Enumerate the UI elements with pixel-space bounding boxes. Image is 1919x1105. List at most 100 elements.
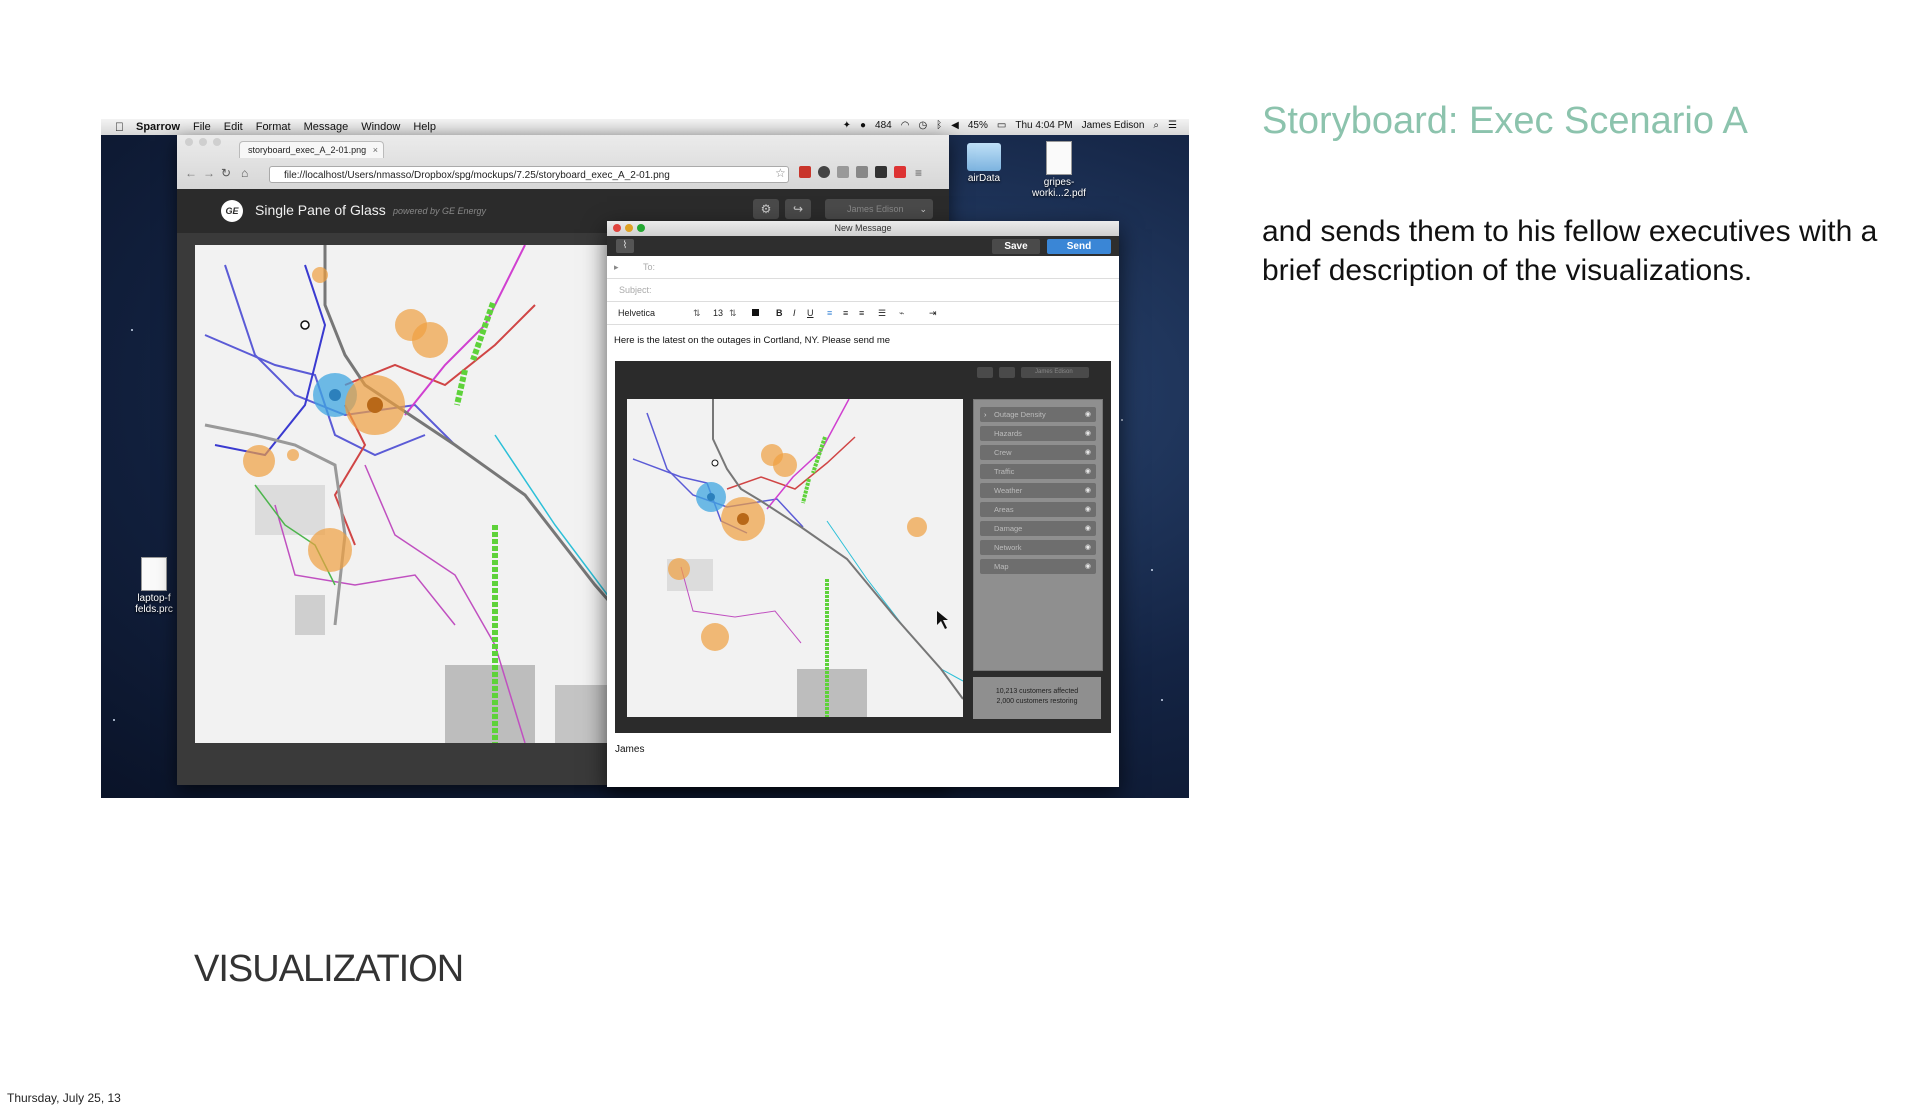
slide-date: Thursday, July 25, 13 bbox=[7, 1091, 121, 1105]
share-icon[interactable]: ↪ bbox=[785, 199, 811, 219]
layer-outage-density: › Outage Density ◉ bbox=[980, 407, 1096, 422]
pocket-icon[interactable] bbox=[875, 166, 887, 178]
email-toolbar: ⌇ Save Send bbox=[607, 236, 1119, 256]
layer-label: Map bbox=[994, 562, 1009, 571]
align-center-icon[interactable]: ≡ bbox=[843, 302, 848, 324]
pdf-file-icon bbox=[1046, 141, 1072, 175]
menubar-status: ✦ ● 484 ◠ ◷ ᛒ ◀ 45% ▭ Thu 4:04 PM James … bbox=[843, 120, 1177, 131]
attach-icon[interactable]: ⌇ bbox=[616, 239, 634, 253]
layer-label: Traffic bbox=[994, 467, 1015, 476]
align-right-icon[interactable]: ≡ bbox=[859, 302, 864, 324]
apple-icon[interactable]:  bbox=[115, 120, 124, 134]
tab-close-icon[interactable]: × bbox=[373, 142, 378, 158]
menu-edit[interactable]: Edit bbox=[224, 121, 243, 133]
list-icon[interactable]: ☰ bbox=[878, 302, 886, 324]
slide-footer-label: VISUALIZATION bbox=[194, 948, 464, 990]
menu-help[interactable]: Help bbox=[413, 121, 436, 133]
layer-damage: Damage ◉ bbox=[980, 521, 1096, 536]
dropbox-icon[interactable]: ✦ bbox=[843, 120, 851, 131]
menu-icon[interactable]: ≡ bbox=[915, 166, 922, 180]
back-icon[interactable]: ← bbox=[185, 166, 197, 180]
settings-gear-icon[interactable] bbox=[818, 166, 830, 178]
reader-icon[interactable] bbox=[837, 166, 849, 178]
close-button[interactable] bbox=[613, 224, 621, 232]
link-icon[interactable]: ⌁ bbox=[899, 302, 904, 324]
browser-tab[interactable]: storyboard_exec_A_2-01.png × bbox=[239, 141, 384, 158]
battery-icon[interactable]: ▭ bbox=[997, 120, 1006, 131]
embedded-share-icon bbox=[999, 367, 1015, 378]
slide-description: and sends them to his fellow executives … bbox=[1262, 215, 1878, 287]
user-menu[interactable]: James Edison ⌄ bbox=[825, 199, 933, 219]
indent-icon[interactable]: ⇥ bbox=[929, 302, 937, 324]
font-select-stepper[interactable]: ⇅ bbox=[693, 302, 701, 324]
menu-app-name[interactable]: Sparrow bbox=[136, 121, 180, 133]
save-button[interactable]: Save bbox=[992, 239, 1040, 254]
bookmark-star-icon[interactable]: ☆ bbox=[775, 166, 786, 180]
desktop-icon-gripes[interactable]: gripes-worki...2.pdf bbox=[1029, 141, 1089, 199]
email-compose-window: New Message ⌇ Save Send ▸ To: Subject: H… bbox=[607, 221, 1119, 787]
list-icon[interactable]: ☰ bbox=[1168, 120, 1177, 131]
notification-icon[interactable]: ● bbox=[860, 120, 866, 131]
menu-message[interactable]: Message bbox=[304, 121, 349, 133]
slide-title: Storyboard: Exec Scenario A bbox=[1262, 100, 1748, 142]
reload-icon[interactable]: ↻ bbox=[221, 166, 231, 180]
chevron-right-icon: › bbox=[984, 410, 987, 419]
forward-icon[interactable]: → bbox=[203, 166, 215, 180]
eye-icon: ◉ bbox=[1084, 430, 1091, 437]
bluetooth-icon[interactable]: ᛒ bbox=[936, 120, 942, 131]
menu-window[interactable]: Window bbox=[361, 121, 400, 133]
desktop-icon-airdata[interactable]: airData bbox=[959, 143, 1009, 184]
embedded-outage-map bbox=[627, 399, 963, 717]
menubar-user[interactable]: James Edison bbox=[1082, 120, 1145, 131]
eye-icon: ◉ bbox=[1084, 468, 1091, 475]
wifi-icon[interactable]: ◠ bbox=[901, 120, 910, 131]
settings-icon[interactable]: ⚙ bbox=[753, 199, 779, 219]
font-select[interactable]: Helvetica bbox=[618, 302, 655, 324]
font-size-stepper[interactable]: ⇅ bbox=[729, 302, 737, 324]
status-count[interactable]: 484 bbox=[875, 120, 892, 131]
text-color-swatch[interactable] bbox=[752, 309, 759, 316]
menu-format[interactable]: Format bbox=[256, 121, 291, 133]
expand-icon[interactable]: ▸ bbox=[614, 256, 619, 278]
zoom-button[interactable] bbox=[637, 224, 645, 232]
email-body-text[interactable]: Here is the latest on the outages in Cor… bbox=[614, 335, 890, 346]
layer-label: Hazards bbox=[994, 429, 1022, 438]
bold-icon[interactable]: B bbox=[776, 302, 783, 324]
layer-label: Outage Density bbox=[994, 410, 1046, 419]
layer-crew: Crew ◉ bbox=[980, 445, 1096, 460]
italic-icon[interactable]: I bbox=[793, 302, 796, 324]
subject-field[interactable]: Subject: bbox=[607, 279, 1119, 302]
eye-icon: ◉ bbox=[1084, 544, 1091, 551]
extension-icon[interactable] bbox=[799, 166, 811, 178]
zoom-button[interactable] bbox=[213, 138, 221, 146]
send-button[interactable]: Send bbox=[1047, 239, 1111, 254]
home-icon[interactable]: ⌂ bbox=[241, 166, 248, 180]
app-name: Single Pane of Glass bbox=[255, 202, 386, 218]
align-left-icon[interactable]: ≡ bbox=[827, 302, 832, 324]
layer-hazards: Hazards ◉ bbox=[980, 426, 1096, 441]
battery-percent[interactable]: 45% bbox=[968, 120, 988, 131]
underline-icon[interactable]: U bbox=[807, 302, 814, 324]
tab-title: storyboard_exec_A_2-01.png bbox=[248, 145, 367, 155]
menu-file[interactable]: File bbox=[193, 121, 211, 133]
eye-icon: ◉ bbox=[1084, 525, 1091, 532]
time-machine-icon[interactable]: ◷ bbox=[918, 120, 927, 131]
summary-affected: 10,213 customers affected bbox=[995, 688, 1079, 695]
layer-label: Network bbox=[994, 543, 1022, 552]
translate-icon[interactable] bbox=[856, 166, 868, 178]
extension-red-icon[interactable] bbox=[894, 166, 906, 178]
to-field[interactable]: ▸ To: bbox=[607, 256, 1119, 279]
minimize-button[interactable] bbox=[199, 138, 207, 146]
menubar-clock[interactable]: Thu 4:04 PM bbox=[1015, 120, 1072, 131]
layer-weather: Weather ◉ bbox=[980, 483, 1096, 498]
minimize-button[interactable] bbox=[625, 224, 633, 232]
spotlight-icon[interactable]: ⌕ bbox=[1153, 120, 1159, 131]
url-bar[interactable]: file://localhost/Users/nmasso/Dropbox/sp… bbox=[269, 166, 789, 183]
desktop-screenshot:  Sparrow File Edit Format Message Windo… bbox=[101, 119, 1189, 798]
volume-icon[interactable]: ◀ bbox=[951, 120, 959, 131]
desktop-icon-laptop[interactable]: laptop-f felds.prc bbox=[129, 557, 179, 615]
format-toolbar: Helvetica ⇅ 13 ⇅ B I U ≡ ≡ ≡ ☰ ⌁ ⇥ bbox=[607, 302, 1119, 325]
embedded-settings-icon bbox=[977, 367, 993, 378]
close-button[interactable] bbox=[185, 138, 193, 146]
font-size-select[interactable]: 13 bbox=[713, 302, 723, 324]
